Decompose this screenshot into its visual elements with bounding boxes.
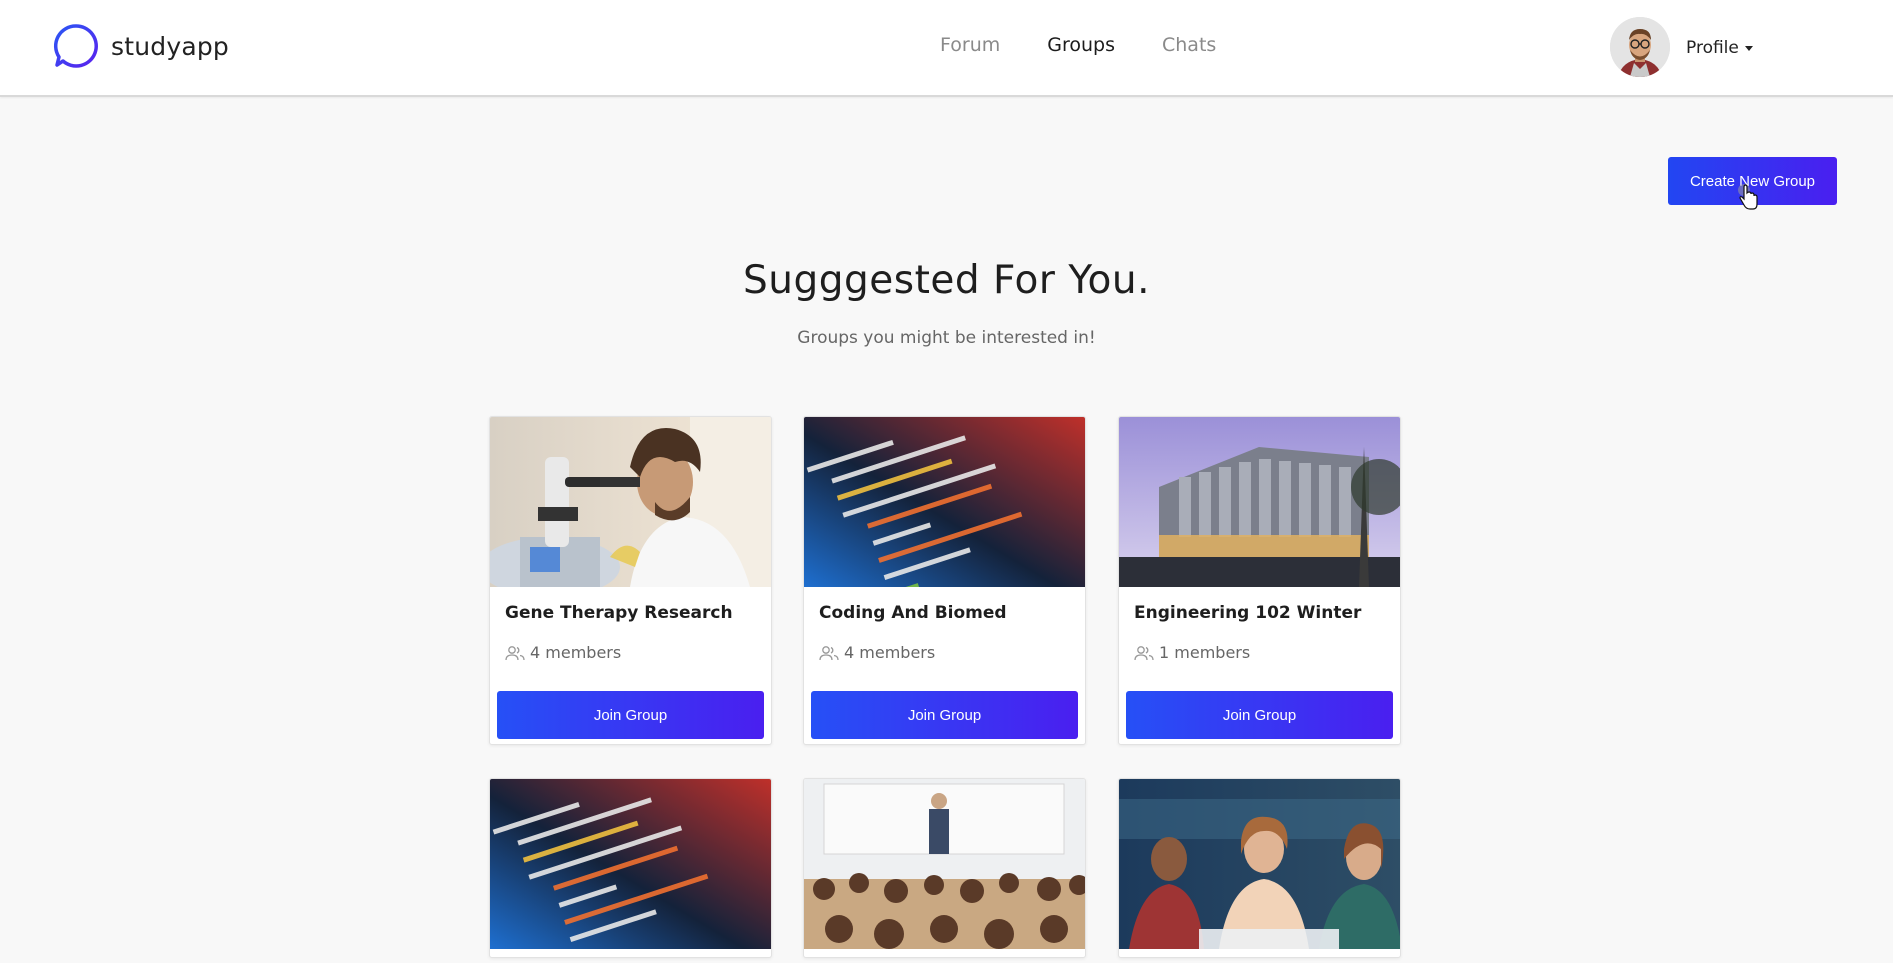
join-group-button[interactable]: Join Group <box>811 691 1078 739</box>
section-title: Sugggested For You. <box>743 258 1150 303</box>
group-card <box>1118 778 1401 958</box>
group-card <box>489 778 772 958</box>
lecture-hall-photo <box>804 779 1085 949</box>
profile-dropdown[interactable]: Profile <box>1686 38 1753 58</box>
top-navbar: studyapp Forum Groups Chats Profile <box>0 0 1893 97</box>
scientist-microscope-photo <box>490 417 771 587</box>
brand[interactable]: studyapp <box>53 22 229 70</box>
section-subtitle: Groups you might be interested in! <box>797 328 1096 348</box>
group-card: Engineering 102 Winter 1 members Join Gr… <box>1118 416 1401 745</box>
join-group-button[interactable]: Join Group <box>497 691 764 739</box>
member-count: 4 members <box>819 643 935 662</box>
member-count-label: 4 members <box>530 643 622 662</box>
main-nav: Forum Groups Chats <box>940 34 1263 56</box>
users-icon <box>819 645 839 660</box>
profile-label: Profile <box>1686 38 1739 58</box>
group-title: Engineering 102 Winter <box>1134 603 1362 623</box>
students-discussion-photo <box>1119 779 1400 949</box>
nav-groups[interactable]: Groups <box>1047 34 1115 56</box>
avatar[interactable] <box>1610 17 1670 77</box>
caret-down-icon <box>1744 45 1753 51</box>
nav-forum[interactable]: Forum <box>940 34 1000 56</box>
user-avatar-photo <box>1610 17 1670 77</box>
hand-cursor-icon <box>1738 184 1758 210</box>
code-screen-photo <box>490 779 771 949</box>
member-count: 4 members <box>505 643 621 662</box>
modern-building-photo <box>1119 417 1400 587</box>
member-count-label: 4 members <box>844 643 936 662</box>
users-icon <box>1134 645 1154 660</box>
group-card <box>803 778 1086 958</box>
group-card: Coding And Biomed 4 members Join Group <box>803 416 1086 745</box>
member-count: 1 members <box>1134 643 1250 662</box>
code-screen-photo <box>804 417 1085 587</box>
group-title: Coding And Biomed <box>819 603 1007 623</box>
group-title: Gene Therapy Research <box>505 603 733 623</box>
member-count-label: 1 members <box>1159 643 1251 662</box>
group-card: Gene Therapy Research 4 members Join Gro… <box>489 416 772 745</box>
chat-bubble-icon <box>53 24 98 68</box>
join-group-button[interactable]: Join Group <box>1126 691 1393 739</box>
users-icon <box>505 645 525 660</box>
nav-chats[interactable]: Chats <box>1162 34 1216 56</box>
brand-name: studyapp <box>111 31 229 61</box>
